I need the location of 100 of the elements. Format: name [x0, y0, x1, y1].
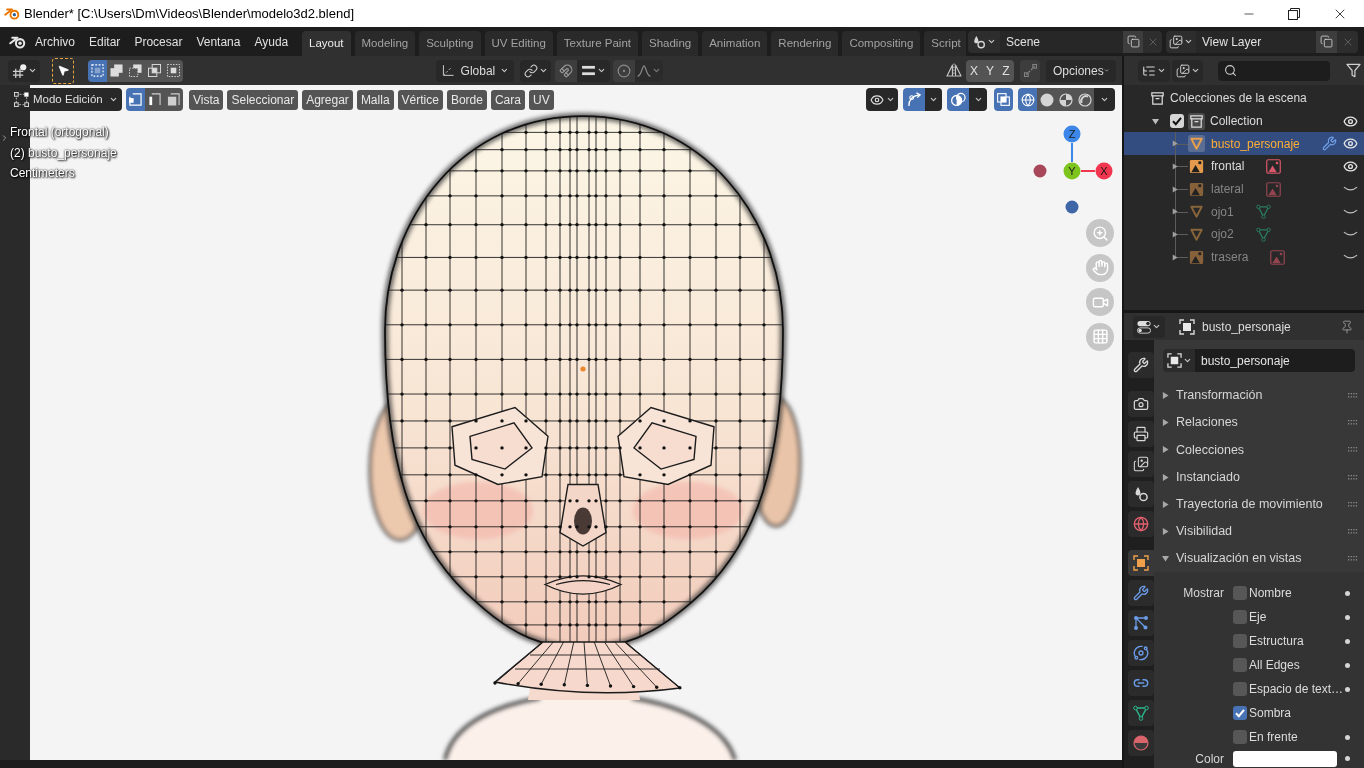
right-triangle-icon[interactable] [1172, 231, 1178, 239]
negative-axis-handle[interactable] [1065, 200, 1079, 214]
panel-header[interactable]: Visibilidad [1176, 522, 1233, 541]
caret-icon[interactable] [1152, 322, 1161, 331]
checkbox[interactable] [1233, 730, 1247, 745]
caret-icon[interactable] [500, 66, 509, 75]
object-square-icon[interactable] [1166, 353, 1182, 368]
select-mode-button[interactable] [145, 59, 164, 82]
checkbox[interactable] [1233, 634, 1247, 649]
vertex-square-icon[interactable] [14, 92, 29, 107]
filter-dropdown[interactable] [1172, 59, 1203, 82]
object-name-field[interactable]: busto_personaje [1195, 349, 1355, 372]
checkbox[interactable] [1233, 682, 1247, 697]
workspace-tab[interactable]: Modeling [354, 31, 416, 56]
select-mode-button[interactable] [126, 88, 145, 111]
camera-icon[interactable] [1133, 396, 1149, 412]
view-layer-field[interactable]: View Layer [1196, 30, 1316, 53]
grid-dot-icon[interactable] [11, 63, 27, 78]
pin-icon[interactable] [1340, 319, 1354, 334]
caret-icon[interactable] [27, 66, 37, 75]
checkbox-label[interactable]: Estructura [1249, 632, 1304, 651]
editor-type-dropdown[interactable] [1133, 315, 1165, 338]
outliner-item[interactable]: frontal [1211, 157, 1245, 176]
grip-icon[interactable] [1348, 420, 1358, 426]
workspace-tab[interactable]: Compositing [842, 31, 921, 56]
orientation-dropdown[interactable]: Global [436, 59, 514, 82]
xray-toggle[interactable] [994, 88, 1013, 111]
right-triangle-icon[interactable] [1172, 140, 1178, 148]
shading-mode-button[interactable] [1037, 88, 1056, 111]
grip-icon[interactable] [1348, 529, 1358, 535]
checkbox[interactable] [1233, 610, 1247, 625]
auto-merge-toggle[interactable] [1020, 59, 1040, 82]
closed-eye-icon[interactable] [1342, 254, 1358, 261]
wrench-icon[interactable] [1133, 585, 1149, 601]
panel-header[interactable]: Transformación [1176, 386, 1263, 405]
checkbox-label[interactable]: All Edges [1249, 656, 1300, 675]
orbit-icon[interactable] [1133, 645, 1149, 661]
properties-tab[interactable] [1128, 730, 1154, 756]
down-triangle-icon[interactable] [1162, 555, 1169, 563]
search-field[interactable] [1218, 60, 1330, 81]
checkbox[interactable] [1170, 114, 1184, 129]
checkbox-label[interactable]: Sombra [1249, 704, 1292, 723]
mirror-axis-toggle[interactable]: Y [982, 59, 998, 82]
vertex-triangle-icon[interactable] [1255, 204, 1271, 220]
tree-list-icon[interactable] [1142, 63, 1156, 78]
menu-item[interactable]: Archivo [35, 32, 75, 51]
axes-icon[interactable] [441, 63, 456, 78]
properties-tab[interactable] [1128, 421, 1154, 447]
new-view-layer-button[interactable] [1316, 30, 1337, 53]
mirror-axis-toggle[interactable]: Z [998, 59, 1014, 82]
vertex-triangle-icon[interactable] [1255, 226, 1271, 242]
properties-tab[interactable] [1128, 391, 1154, 417]
image-stack-icon[interactable] [1169, 34, 1183, 49]
axis-handle[interactable]: Y [1063, 162, 1081, 180]
properties-tab[interactable] [1128, 670, 1154, 696]
properties-tab[interactable] [1128, 610, 1154, 636]
half-sphere-icon[interactable] [1133, 735, 1149, 751]
subtract-squares-icon[interactable] [129, 64, 142, 77]
workspace-tab[interactable]: Rendering [771, 31, 839, 56]
checkbox-label[interactable]: Nombre [1249, 584, 1292, 603]
toggles-icon[interactable] [1137, 319, 1151, 334]
image-icon[interactable] [1266, 158, 1282, 174]
panel-header[interactable]: Colecciones [1176, 440, 1245, 460]
eye-icon[interactable] [869, 92, 884, 107]
checkbox-label[interactable]: Espacio de text… [1249, 680, 1344, 699]
caret-icon[interactable] [1190, 66, 1200, 75]
outliner-item[interactable]: busto_personaje [1211, 134, 1300, 153]
eye-icon[interactable] [1342, 113, 1358, 129]
display-mode-dropdown[interactable] [1138, 59, 1170, 82]
shading-mode-button[interactable] [1018, 88, 1037, 111]
properties-tab[interactable] [1128, 511, 1154, 537]
link-icon[interactable] [523, 63, 538, 78]
select-mode-button[interactable] [164, 59, 183, 82]
eye-icon[interactable] [1342, 158, 1358, 174]
outliner-item[interactable]: Colecciones de la escena [1170, 89, 1307, 108]
panel-header[interactable]: Relaciones [1176, 413, 1238, 433]
workspace-tab[interactable]: Sculpting [419, 31, 481, 56]
solid-sphere-icon[interactable] [1039, 92, 1054, 107]
object-square-icon[interactable] [1133, 555, 1149, 571]
right-triangle-icon[interactable] [1172, 208, 1178, 216]
workspace-tab[interactable]: Script [924, 31, 966, 56]
overlays-dropdown[interactable] [969, 88, 987, 111]
caret-icon[interactable] [596, 66, 606, 75]
select-tool-button[interactable] [52, 57, 74, 84]
select-mode-button[interactable] [126, 59, 145, 82]
caret-icon[interactable] [1100, 95, 1109, 104]
outliner-item[interactable]: trasera [1211, 248, 1249, 267]
properties-tab[interactable] [1128, 451, 1154, 477]
checkbox-label[interactable]: Eje [1249, 608, 1267, 627]
workspace-tab[interactable]: Layout [302, 31, 351, 56]
menu-button[interactable]: Vista [189, 89, 224, 110]
caret-icon[interactable] [1182, 356, 1192, 365]
right-triangle-icon[interactable] [1172, 163, 1178, 171]
shading-mode-button[interactable] [1075, 88, 1094, 111]
new-scene-button[interactable] [1123, 30, 1143, 53]
globe-icon[interactable] [1133, 516, 1149, 532]
select-mode-button[interactable] [88, 59, 107, 82]
eye-icon[interactable] [1343, 136, 1359, 152]
outliner-item[interactable]: lateral [1211, 180, 1244, 199]
panel-header[interactable]: Visualización en vistas [1176, 549, 1302, 569]
